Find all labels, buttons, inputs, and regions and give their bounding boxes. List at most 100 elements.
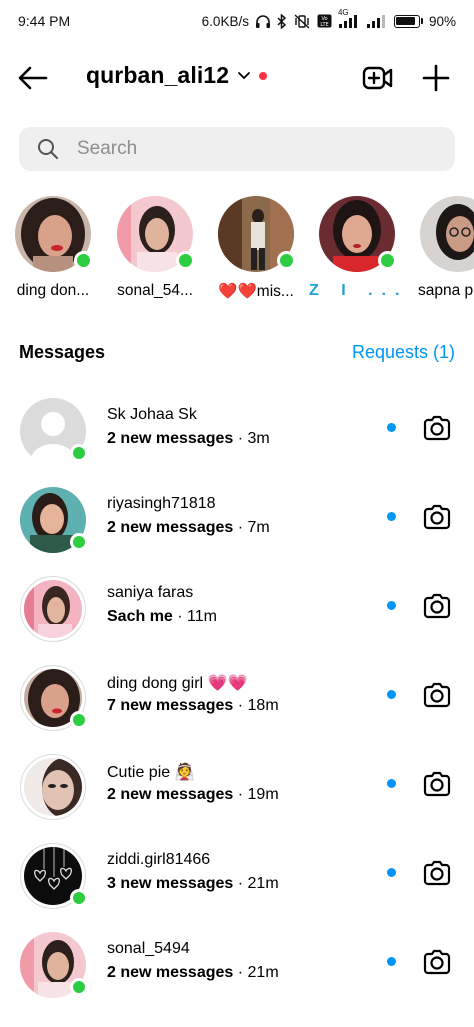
- battery-icon: [393, 14, 423, 28]
- thread-preview: 2 new messages · 19m: [107, 786, 279, 803]
- thread-row[interactable]: saniya faras Sach me · 11m: [0, 572, 474, 658]
- thread-preview: 2 new messages · 7m: [107, 519, 270, 536]
- online-indicator: [378, 251, 397, 270]
- camera-icon: [423, 949, 451, 975]
- online-indicator: [70, 711, 88, 729]
- volte-icon: Vo LTE: [317, 14, 332, 28]
- avatar: [20, 754, 86, 820]
- network-speed: 6.0KB/s: [201, 13, 249, 29]
- thread-preview: 2 new messages · 21m: [107, 964, 279, 981]
- thread-row[interactable]: ziddi.girl81466 3 new messages · 21m: [0, 839, 474, 925]
- svg-text:LTE: LTE: [320, 22, 328, 28]
- account-switcher[interactable]: qurban_ali12: [86, 62, 268, 89]
- status-icons: 6.0KB/s Vo LTE 4G 90%: [201, 8, 456, 29]
- avatar: [319, 196, 397, 272]
- story-label: ❤️❤️mis...: [218, 283, 294, 300]
- camera-icon: [423, 682, 451, 708]
- story-label: sapna p: [418, 282, 474, 299]
- online-indicator: [70, 444, 88, 462]
- network-type: 4G: [337, 8, 349, 17]
- camera-icon: [423, 771, 451, 797]
- thread-preview: 3 new messages · 21m: [107, 875, 279, 892]
- camera-button[interactable]: [421, 946, 453, 978]
- thread-preview: Sach me · 11m: [107, 608, 217, 625]
- thread-name: sonal_5494: [107, 940, 190, 957]
- avatar: [20, 932, 88, 998]
- thread-row[interactable]: riyasingh71818 2 new messages · 7m: [0, 483, 474, 569]
- battery-percent: 90%: [428, 13, 456, 29]
- camera-icon: [423, 593, 451, 619]
- header: qurban_ali12: [0, 50, 474, 106]
- story-item[interactable]: ding don...: [5, 196, 101, 300]
- search-icon: [38, 139, 59, 160]
- video-call-button[interactable]: [360, 60, 396, 96]
- camera-button[interactable]: [421, 679, 453, 711]
- story-label: sonal_54...: [117, 282, 193, 299]
- thread-name: Cutie pie 👰: [107, 764, 195, 781]
- avatar: [20, 576, 86, 642]
- avatar: [420, 196, 474, 272]
- signal-icon: 4G: [338, 8, 360, 28]
- unread-indicator: [387, 779, 396, 788]
- story-item[interactable]: sonal_54...: [107, 196, 203, 300]
- camera-button[interactable]: [421, 768, 453, 800]
- thread-preview: 2 new messages · 3m: [107, 430, 270, 447]
- camera-icon: [423, 504, 451, 530]
- story-item[interactable]: ❤️❤️mis...: [208, 196, 304, 301]
- new-message-button[interactable]: [418, 60, 454, 96]
- unread-indicator: [387, 423, 396, 432]
- back-arrow-icon: [18, 66, 48, 90]
- camera-button[interactable]: [421, 412, 453, 444]
- thread-preview: 7 new messages · 18m: [107, 697, 279, 714]
- thread-row[interactable]: ding dong girl 💗💗 7 new messages · 18m: [0, 661, 474, 747]
- thread-name: ding dong girl 💗💗: [107, 675, 248, 692]
- back-button[interactable]: [14, 60, 52, 96]
- camera-icon: [423, 860, 451, 886]
- story-item[interactable]: Z I ...: [309, 196, 405, 300]
- signal-icon-2: [366, 14, 388, 28]
- camera-button[interactable]: [421, 590, 453, 622]
- video-camera-icon: [362, 66, 393, 90]
- status-bar: 9:44 PM 6.0KB/s Vo LTE 4G 90%: [0, 0, 474, 42]
- search-bar[interactable]: [19, 127, 455, 171]
- plus-icon: [422, 64, 450, 92]
- unread-indicator: [387, 601, 396, 610]
- online-indicator: [70, 533, 88, 551]
- avatar: [20, 843, 88, 909]
- avatar: [20, 665, 88, 731]
- story-item[interactable]: sapna p: [410, 196, 474, 300]
- thread-name: Sk Johaa Sk: [107, 406, 197, 423]
- thread-row[interactable]: Cutie pie 👰 2 new messages · 19m: [0, 750, 474, 836]
- active-now-row: ding don... sonal_54... ❤️❤️mis... Z I .…: [0, 196, 474, 316]
- camera-button[interactable]: [421, 501, 453, 533]
- online-indicator: [74, 251, 93, 270]
- unread-indicator: [387, 868, 396, 877]
- headphones-icon: [255, 14, 271, 29]
- online-indicator: [277, 251, 296, 270]
- online-indicator: [176, 251, 195, 270]
- vibrate-icon: [293, 13, 311, 29]
- status-time: 9:44 PM: [18, 13, 71, 29]
- requests-link[interactable]: Requests (1): [352, 342, 455, 363]
- thread-row[interactable]: Sk Johaa Sk 2 new messages · 3m: [0, 394, 474, 480]
- camera-icon: [423, 415, 451, 441]
- thread-name: saniya faras: [107, 584, 194, 601]
- camera-button[interactable]: [421, 857, 453, 889]
- messages-header: Messages Requests (1): [19, 342, 455, 363]
- avatar: [117, 196, 195, 272]
- story-label: Z I ...: [309, 282, 405, 299]
- unread-indicator: [387, 690, 396, 699]
- thread-name: ziddi.girl81466: [107, 851, 211, 868]
- bluetooth-icon: [277, 13, 287, 29]
- chevron-down-icon: [237, 71, 251, 81]
- avatar: [20, 487, 88, 553]
- account-name: qurban_ali12: [86, 62, 230, 88]
- avatar: [15, 196, 93, 272]
- search-input[interactable]: [77, 138, 437, 160]
- thread-row[interactable]: sonal_5494 2 new messages · 21m: [0, 928, 474, 1014]
- online-indicator: [70, 978, 88, 996]
- unread-indicator: [387, 957, 396, 966]
- avatar: [20, 398, 88, 464]
- avatar: [218, 196, 296, 272]
- story-label: ding don...: [16, 282, 90, 299]
